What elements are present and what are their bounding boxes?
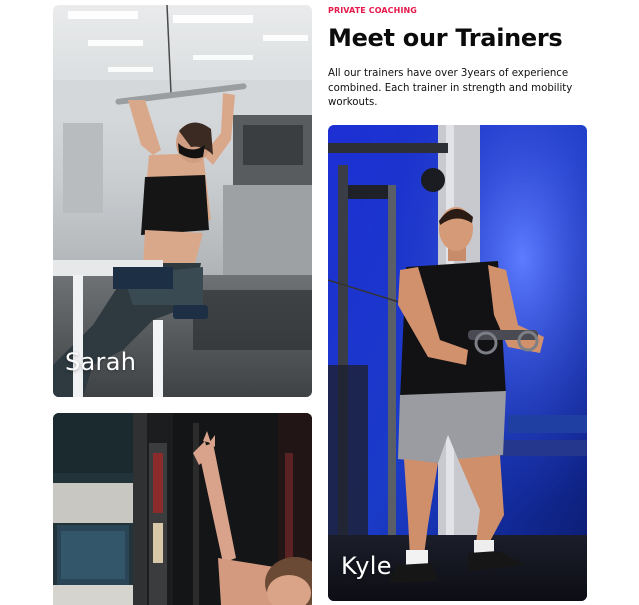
trainer-card-sarah[interactable]: Sarah: [53, 5, 312, 397]
trainer-photo-sarah: [53, 5, 312, 397]
trainer-card[interactable]: [53, 413, 312, 605]
section-title: Meet our Trainers: [328, 24, 563, 52]
trainer-card-kyle[interactable]: Kyle: [328, 125, 587, 601]
trainer-photo-kyle: [328, 125, 587, 601]
section-eyebrow: PRIVATE COACHING: [328, 6, 417, 15]
trainer-name: Sarah: [65, 348, 137, 376]
trainer-name: Kyle: [341, 552, 392, 580]
section-description: All our trainers have over 3years of exp…: [328, 68, 573, 108]
trainer-photo: [53, 413, 312, 605]
